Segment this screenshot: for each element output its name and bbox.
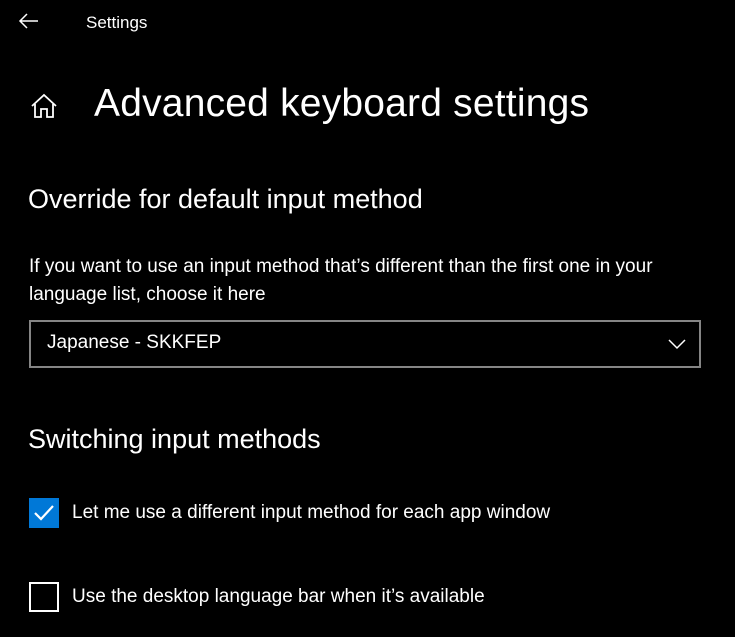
chevron-down-icon [667,334,687,354]
dropdown-selected-value: Japanese - SKKFEP [47,332,222,353]
input-method-dropdown[interactable]: Japanese - SKKFEP [29,320,701,368]
language-bar-checkbox[interactable] [29,582,59,612]
back-button[interactable] [14,8,44,38]
override-description: If you want to use an input method that’… [29,256,653,305]
settings-window: Settings Advanced keyboard settings Over… [0,0,735,637]
page-title: Advanced keyboard settings [94,82,590,125]
checkmark-icon [34,505,54,521]
per-app-input-method-checkbox[interactable] [29,498,59,528]
title-bar: Settings [0,0,735,48]
language-bar-label: Use the desktop language bar when it’s a… [72,586,485,607]
per-app-input-method-option[interactable]: Let me use a different input method for … [29,497,550,529]
window-title: Settings [86,13,148,32]
language-bar-option[interactable]: Use the desktop language bar when it’s a… [29,581,485,613]
home-icon [29,91,59,126]
per-app-input-method-label: Let me use a different input method for … [72,502,551,523]
override-section-heading: Override for default input method [28,184,423,214]
home-button[interactable] [28,92,60,124]
back-arrow-icon [18,12,40,35]
switching-section-heading: Switching input methods [28,424,321,454]
